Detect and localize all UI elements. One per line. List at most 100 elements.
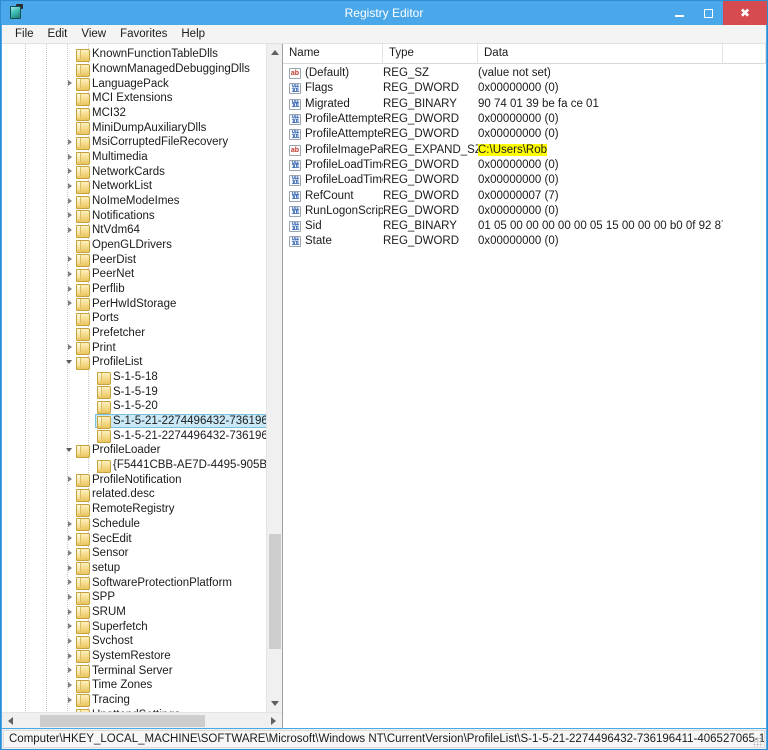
tree-node[interactable]: Superfetch (2, 619, 266, 635)
expand-triangle-icon[interactable] (65, 634, 76, 649)
table-row[interactable]: 011 101 Migrated REG_BINARY 90 74 01 39 be f… (283, 97, 766, 112)
tree-node[interactable]: ProfileLoader (2, 443, 266, 458)
scroll-right-button[interactable] (265, 713, 282, 728)
registry-tree[interactable]: KnownFunctionTableDlls KnownManagedDebugg… (2, 44, 266, 712)
tree-node[interactable]: ProfileNotification (2, 472, 266, 488)
table-row[interactable]: 011 101 State REG_DWORD 0x00000000 (0) (283, 234, 766, 249)
column-header-name[interactable]: Name (283, 44, 383, 64)
tree-node[interactable]: KnownManagedDebuggingDlls (2, 62, 266, 77)
table-row[interactable]: ab ProfileImagePathREG_EXPAND_SZC:\Users\… (283, 142, 766, 157)
values-list[interactable]: ab (Default) REG_SZ (value not set) 011 101 Fl… (283, 64, 766, 728)
table-row[interactable]: 011 101 Sid REG_BINARY 01 05 00 00 00 00 00 … (283, 219, 766, 234)
tree-node[interactable]: S-1-5-18 (2, 370, 266, 385)
tree-node[interactable]: OpenGLDrivers (2, 238, 266, 253)
tree-node[interactable]: PerHwIdStorage (2, 296, 266, 312)
column-header-data[interactable]: Data (478, 44, 723, 64)
tree-node[interactable]: SPP (2, 590, 266, 605)
tree-node[interactable]: Tracing (2, 693, 266, 708)
tree-node[interactable]: Multimedia (2, 150, 266, 165)
expand-triangle-icon[interactable] (65, 340, 76, 355)
expand-triangle-icon[interactable] (65, 605, 76, 620)
tree-node[interactable]: Svchost (2, 634, 266, 649)
expand-triangle-icon[interactable] (65, 693, 76, 708)
table-row[interactable]: 011 101 Flags REG_DWORD 0x00000000 (0) (283, 81, 766, 96)
table-row[interactable]: 011101 RunLogonScript...REG_DWORD 0x000000… (283, 204, 766, 219)
tree-node[interactable]: Notifications (2, 208, 266, 224)
tree-node-selected[interactable]: S-1-5-21-2274496432-736196411-~ (2, 414, 266, 429)
tree-node[interactable]: MiniDumpAuxiliaryDlls (2, 120, 266, 136)
expand-triangle-icon[interactable] (65, 267, 76, 282)
collapse-triangle-icon[interactable] (65, 355, 76, 370)
tree-node[interactable]: PeerNet (2, 267, 266, 282)
expand-triangle-icon[interactable] (65, 546, 76, 561)
expand-triangle-icon[interactable] (65, 252, 76, 267)
expand-triangle-icon[interactable] (65, 164, 76, 179)
column-header-type[interactable]: Type (383, 44, 478, 64)
tree-node[interactable]: SystemRestore (2, 649, 266, 664)
expand-triangle-icon[interactable] (65, 649, 76, 664)
tree-node[interactable]: Schedule (2, 517, 266, 532)
tree-node[interactable]: KnownFunctionTableDlls (2, 47, 266, 62)
tree-node[interactable]: Terminal Server (2, 663, 266, 679)
table-row[interactable]: 011 101 RefCount REG_DWORD 0x00000007 (7) (283, 188, 766, 203)
scroll-up-button[interactable] (267, 44, 282, 61)
expand-triangle-icon[interactable] (65, 561, 76, 576)
tree-node[interactable]: Sensor (2, 546, 266, 561)
expand-triangle-icon[interactable] (65, 531, 76, 546)
tree-node[interactable]: NtVdm64 (2, 223, 266, 238)
tree-node[interactable]: SRUM (2, 605, 266, 620)
resize-grip[interactable] (753, 737, 763, 747)
expand-triangle-icon[interactable] (65, 194, 76, 209)
tree-node[interactable]: MCI32 (2, 106, 266, 121)
expand-triangle-icon[interactable] (65, 150, 76, 165)
menu-file[interactable]: File (8, 26, 41, 43)
table-row[interactable]: 011101 ProfileLoadTime...REG_DWORD 0x00000… (283, 173, 766, 188)
scroll-left-button[interactable] (2, 713, 19, 728)
tree-node[interactable]: NoImeModeImes (2, 194, 266, 209)
menu-view[interactable]: View (74, 26, 113, 43)
table-row[interactable]: ab (Default) REG_SZ (value not set) (283, 66, 766, 81)
expand-triangle-icon[interactable] (65, 179, 76, 194)
tree-node[interactable]: MsiCorruptedFileRecovery (2, 135, 266, 150)
tree-node[interactable]: SoftwareProtectionPlatform (2, 575, 266, 591)
expand-triangle-icon[interactable] (65, 282, 76, 297)
tree-node[interactable]: PeerDist (2, 252, 266, 268)
tree-node[interactable]: SecEdit (2, 531, 266, 546)
expand-triangle-icon[interactable] (65, 472, 76, 487)
collapse-triangle-icon[interactable] (65, 443, 76, 458)
menu-favorites[interactable]: Favorites (113, 26, 174, 43)
tree-scroll-thumb[interactable] (269, 534, 281, 649)
tree-node[interactable]: ProfileList (2, 355, 266, 370)
tree-node[interactable]: {F5441CBB-AE7D-4495-905B-1610 (2, 458, 266, 473)
tree-node[interactable]: Ports (2, 311, 266, 326)
table-row[interactable]: 011101 ProfileLoadTime...REG_DWORD 0x00000… (283, 158, 766, 173)
tree-node[interactable]: setup (2, 561, 266, 576)
tree-node[interactable]: NetworkList (2, 179, 266, 194)
scroll-down-button[interactable] (267, 695, 282, 712)
tree-node[interactable]: RemoteRegistry (2, 502, 266, 517)
tree-hscroll-thumb[interactable] (40, 715, 205, 727)
tree-node[interactable]: Prefetcher (2, 326, 266, 341)
tree-vertical-scrollbar[interactable] (266, 44, 282, 712)
close-button[interactable]: ✖ (723, 1, 767, 25)
tree-node[interactable]: Perflib (2, 282, 266, 297)
expand-triangle-icon[interactable] (65, 223, 76, 238)
expand-triangle-icon[interactable] (65, 296, 76, 311)
expand-triangle-icon[interactable] (65, 208, 76, 223)
expand-triangle-icon[interactable] (65, 619, 76, 634)
tree-node[interactable]: Print (2, 340, 266, 356)
tree-node[interactable]: S-1-5-19 (2, 384, 266, 400)
tree-horizontal-scrollbar[interactable] (2, 712, 282, 728)
expand-triangle-icon[interactable] (65, 575, 76, 590)
expand-triangle-icon[interactable] (65, 135, 76, 150)
expand-triangle-icon[interactable] (65, 517, 76, 532)
table-row[interactable]: 011101 ProfileAttempte...REG_DWORD 0x00000… (283, 127, 766, 142)
table-row[interactable]: 011101 ProfileAttempte...REG_DWORD 0x00000… (283, 112, 766, 127)
tree-node[interactable]: S-1-5-20 (2, 399, 266, 414)
expand-triangle-icon[interactable] (65, 663, 76, 678)
expand-triangle-icon[interactable] (65, 678, 76, 693)
tree-node[interactable]: S-1-5-21-2274496432-736196411-~ (2, 428, 266, 444)
tree-node[interactable]: MCI Extensions (2, 91, 266, 106)
expand-triangle-icon[interactable] (65, 590, 76, 605)
minimize-button[interactable] (665, 1, 694, 25)
